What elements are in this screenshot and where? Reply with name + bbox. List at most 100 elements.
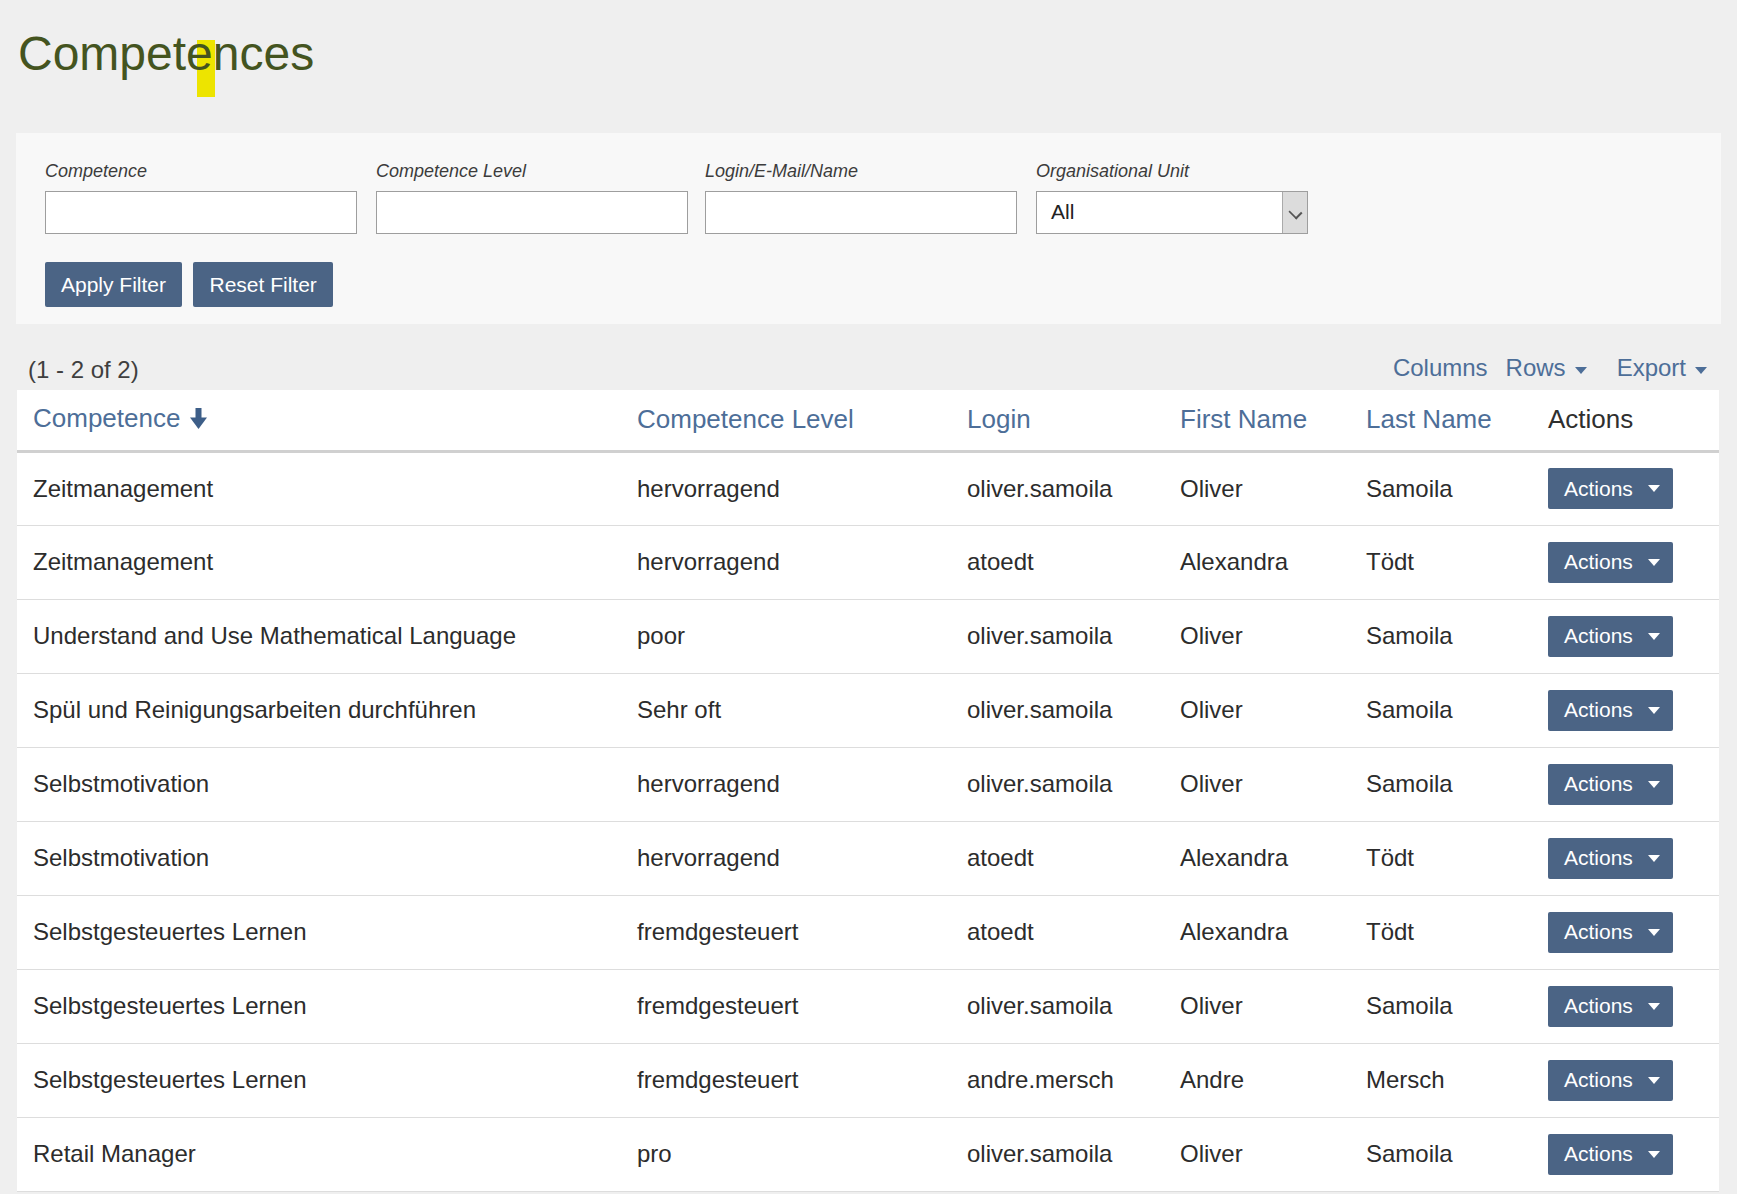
cell-last-name: Samoila — [1350, 1117, 1532, 1191]
table-row: Selbstgesteuertes Lernen fremdgesteuert … — [17, 895, 1719, 969]
cell-competence: Retail Manager — [17, 1117, 621, 1191]
caret-down-icon — [1648, 633, 1660, 640]
cell-login: oliver.samoila — [951, 673, 1164, 747]
cell-actions: Actions — [1532, 1043, 1719, 1117]
cell-login: andre.mersch — [951, 1043, 1164, 1117]
table-row: Understand and Use Mathematical Language… — [17, 599, 1719, 673]
filter-input-competence[interactable] — [45, 191, 357, 234]
cell-login: oliver.samoila — [951, 451, 1164, 525]
cell-first-name: Oliver — [1164, 1117, 1350, 1191]
export-dropdown[interactable]: Export — [1617, 354, 1707, 382]
row-actions-button[interactable]: Actions — [1548, 542, 1673, 583]
cell-actions: Actions — [1532, 599, 1719, 673]
table-row: Zeitmanagement hervorragend atoedt Alexa… — [17, 525, 1719, 599]
cell-competence: Zeitmanagement — [17, 525, 621, 599]
row-actions-button[interactable]: Actions — [1548, 468, 1673, 509]
table-header-row: Competence Competence Level Login First … — [17, 390, 1719, 451]
row-actions-button[interactable]: Actions — [1548, 912, 1673, 953]
caret-down-icon — [1648, 559, 1660, 566]
cell-competence-level: poor — [621, 599, 951, 673]
table-row: Selbstgesteuertes Lernen fremdgesteuert … — [17, 969, 1719, 1043]
cell-first-name: Andre — [1164, 1043, 1350, 1117]
filter-label-org-unit: Organisational Unit — [1036, 161, 1189, 182]
cell-competence-level: pro — [621, 1117, 951, 1191]
table-row: Selbstgesteuertes Lernen fremdgesteuert … — [17, 1043, 1719, 1117]
filter-input-login[interactable] — [705, 191, 1017, 234]
cell-last-name: Mersch — [1350, 1043, 1532, 1117]
cell-first-name: Alexandra — [1164, 525, 1350, 599]
row-actions-button[interactable]: Actions — [1548, 764, 1673, 805]
table-toolbar: (1 - 2 of 2) Columns Rows Export — [28, 354, 1707, 388]
reset-filter-button[interactable]: Reset Filter — [193, 262, 332, 307]
cell-first-name: Alexandra — [1164, 895, 1350, 969]
cell-competence: Selbstgesteuertes Lernen — [17, 1043, 621, 1117]
caret-down-icon — [1648, 1077, 1660, 1084]
cell-competence: Selbstmotivation — [17, 821, 621, 895]
row-actions-button[interactable]: Actions — [1548, 838, 1673, 879]
filter-select-org-unit[interactable]: All — [1036, 191, 1308, 234]
apply-filter-button[interactable]: Apply Filter — [45, 262, 182, 307]
cell-last-name: Samoila — [1350, 599, 1532, 673]
cell-actions: Actions — [1532, 525, 1719, 599]
cell-login: atoedt — [951, 821, 1164, 895]
row-count: (1 - 2 of 2) — [28, 356, 139, 384]
table-row: Selbstmotivation hervorragend atoedt Ale… — [17, 821, 1719, 895]
filter-label-competence: Competence — [45, 161, 147, 182]
cell-last-name: Tödt — [1350, 525, 1532, 599]
cell-last-name: Tödt — [1350, 895, 1532, 969]
table-row: Selbstmotivation hervorragend oliver.sam… — [17, 747, 1719, 821]
table-row: Spül und Reinigungsarbeiten durchführen … — [17, 673, 1719, 747]
cell-competence-level: hervorragend — [621, 451, 951, 525]
cell-actions: Actions — [1532, 969, 1719, 1043]
caret-down-icon — [1575, 367, 1587, 374]
filter-label-login: Login/E-Mail/Name — [705, 161, 858, 182]
column-header-actions: Actions — [1532, 390, 1719, 451]
row-actions-button[interactable]: Actions — [1548, 1060, 1673, 1101]
filter-input-competence-level[interactable] — [376, 191, 688, 234]
toolbar-links: Columns Rows Export — [1393, 354, 1707, 382]
caret-down-icon — [1648, 929, 1660, 936]
caret-down-icon — [1648, 781, 1660, 788]
column-header-competence[interactable]: Competence — [17, 390, 621, 451]
cell-competence-level: fremdgesteuert — [621, 969, 951, 1043]
sort-descending-icon — [188, 406, 209, 437]
row-actions-button[interactable]: Actions — [1548, 1134, 1673, 1175]
cell-first-name: Oliver — [1164, 451, 1350, 525]
columns-link[interactable]: Columns — [1393, 354, 1488, 382]
cell-competence: Spül und Reinigungsarbeiten durchführen — [17, 673, 621, 747]
rows-dropdown[interactable]: Rows — [1506, 354, 1587, 382]
cell-actions: Actions — [1532, 451, 1719, 525]
cell-login: atoedt — [951, 895, 1164, 969]
caret-down-icon — [1695, 367, 1707, 374]
cell-last-name: Samoila — [1350, 969, 1532, 1043]
filter-label-competence-level: Competence Level — [376, 161, 526, 182]
cell-competence-level: fremdgesteuert — [621, 895, 951, 969]
filter-select-value: All — [1051, 200, 1074, 224]
column-header-login[interactable]: Login — [951, 390, 1164, 451]
caret-down-icon — [1648, 485, 1660, 492]
column-header-first-name[interactable]: First Name — [1164, 390, 1350, 451]
column-header-last-name[interactable]: Last Name — [1350, 390, 1532, 451]
cell-first-name: Oliver — [1164, 599, 1350, 673]
chevron-down-icon — [1282, 192, 1307, 233]
caret-down-icon — [1648, 1151, 1660, 1158]
row-actions-button[interactable]: Actions — [1548, 986, 1673, 1027]
cell-competence-level: fremdgesteuert — [621, 1043, 951, 1117]
cell-last-name: Samoila — [1350, 451, 1532, 525]
cell-competence: Selbstgesteuertes Lernen — [17, 969, 621, 1043]
row-actions-button[interactable]: Actions — [1548, 690, 1673, 731]
cell-first-name: Oliver — [1164, 673, 1350, 747]
row-actions-button[interactable]: Actions — [1548, 616, 1673, 657]
caret-down-icon — [1648, 855, 1660, 862]
cell-actions: Actions — [1532, 821, 1719, 895]
cell-actions: Actions — [1532, 747, 1719, 821]
cell-competence-level: hervorragend — [621, 747, 951, 821]
cell-first-name: Alexandra — [1164, 821, 1350, 895]
column-header-competence-level[interactable]: Competence Level — [621, 390, 951, 451]
filter-buttons: Apply Filter Reset Filter — [45, 262, 340, 307]
cell-first-name: Oliver — [1164, 747, 1350, 821]
cell-competence-level: hervorragend — [621, 821, 951, 895]
caret-down-icon — [1648, 707, 1660, 714]
cell-actions: Actions — [1532, 673, 1719, 747]
cell-actions: Actions — [1532, 895, 1719, 969]
